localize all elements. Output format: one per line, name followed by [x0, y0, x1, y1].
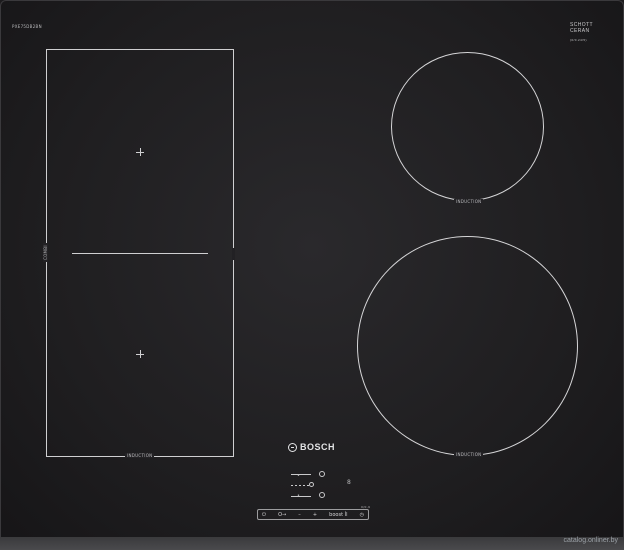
- watermark: catalog.onliner.by: [563, 537, 618, 544]
- induction-zone-large: [357, 236, 578, 456]
- large-zone-label: INDUCTION: [454, 452, 484, 457]
- zone-map-dot-top: [319, 471, 325, 477]
- zone-center-mark-top: [136, 148, 144, 156]
- zone-map-dot-center: [309, 482, 314, 487]
- flex-zone-label: INDUCTION: [125, 453, 155, 458]
- combi-label: COMBI: [43, 243, 48, 262]
- zone-select-bottom[interactable]: •: [297, 493, 300, 499]
- zone-map-dot-bottom: [319, 492, 325, 498]
- boost-button[interactable]: boost İl: [329, 512, 347, 518]
- schott-line2: CERAN: [570, 28, 590, 34]
- zone-select-top[interactable]: •: [297, 473, 300, 479]
- zone-map-line-bottom: [291, 496, 311, 497]
- brand-text: BOSCH: [300, 442, 336, 452]
- model-code: PXE75DB2BN: [12, 24, 42, 29]
- schott-ceran-logo: SCHOTT CERAN (0/0.24/5): [570, 22, 593, 43]
- hob-frame-edge: [0, 537, 624, 550]
- induction-zone-small: [391, 52, 544, 201]
- schott-sub: (0/0.24/5): [570, 38, 587, 42]
- zone-center-mark-bottom: [136, 350, 144, 358]
- bosch-logo-icon: [288, 442, 297, 452]
- combi-gap-right: [232, 248, 235, 260]
- zone-map-line-middle: [291, 485, 311, 486]
- zone-select-right-icon[interactable]: 8: [347, 479, 351, 486]
- power-button[interactable]: ⏻: [262, 512, 266, 518]
- touch-control-bar: ⏻ O→ – + boost İl ◷: [257, 509, 369, 520]
- zone-map-line-top: [291, 474, 311, 475]
- cooktop-surface: PXE75DB2BN SCHOTT CERAN (0/0.24/5) COMBI…: [0, 0, 624, 548]
- lock-button[interactable]: O→: [278, 512, 286, 518]
- timer-button[interactable]: ◷: [360, 512, 364, 518]
- plus-button[interactable]: +: [313, 512, 317, 518]
- bosch-brand: BOSCH: [288, 442, 335, 452]
- combi-divider: [72, 253, 208, 254]
- small-zone-label: INDUCTION: [454, 199, 484, 204]
- minus-button[interactable]: –: [298, 512, 301, 518]
